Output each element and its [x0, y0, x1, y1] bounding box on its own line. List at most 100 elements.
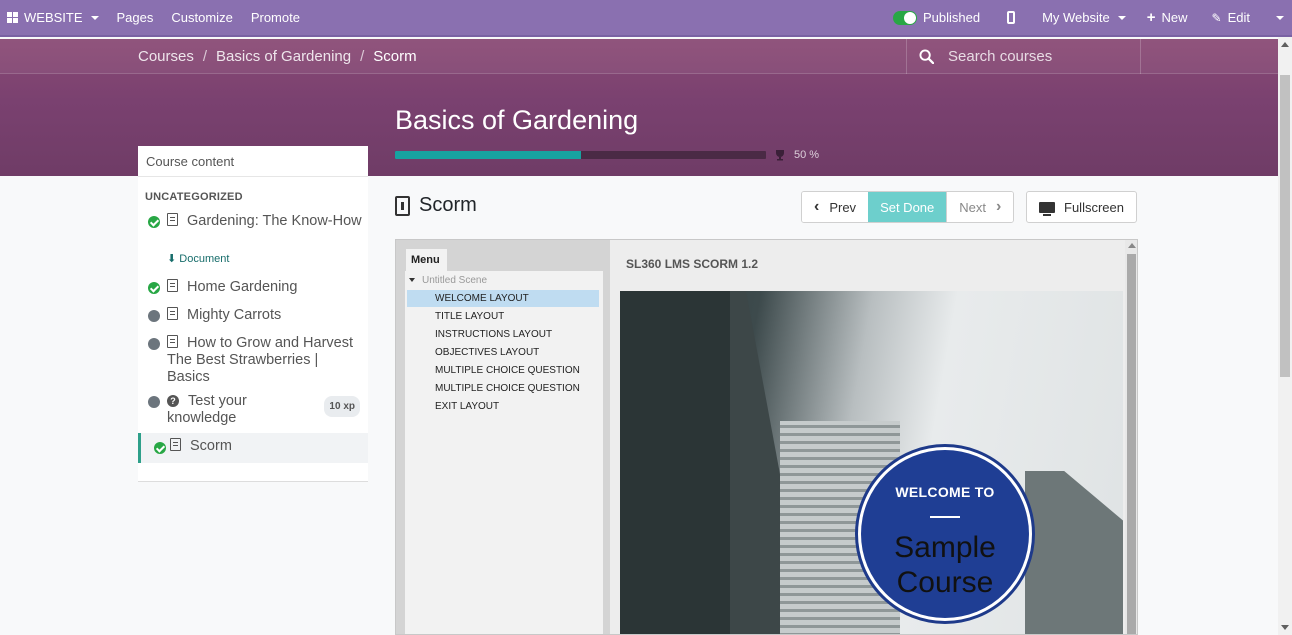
menu-item[interactable]: WELCOME LAYOUT [407, 290, 599, 307]
course-title: Basics of Gardening [395, 105, 639, 135]
badge-sample-text: Sample [894, 531, 996, 564]
sidebar-item-test-knowledge[interactable]: ? Test your knowledge 10 xp [138, 393, 368, 429]
check-circle-icon [148, 216, 160, 228]
website-menu-label: WEBSITE [24, 10, 83, 25]
slide-label: Scorm [190, 438, 232, 454]
website-menu-button[interactable]: WEBSITE [0, 0, 108, 36]
sidebar-item-home-gardening[interactable]: Home Gardening [138, 279, 368, 299]
progress-percent: 50 % [794, 149, 820, 161]
menu-item[interactable]: EXIT LAYOUT [407, 398, 599, 415]
sidebar-item-scorm[interactable]: Scorm [138, 433, 368, 463]
building-shape [620, 291, 730, 634]
scorm-menu-list: Untitled Scene WELCOME LAYOUT TITLE LAYO… [405, 271, 603, 634]
menu-item[interactable]: OBJECTIVES LAYOUT [407, 344, 599, 361]
desktop-icon [1039, 201, 1056, 216]
status-circle-icon [148, 338, 160, 350]
scene-item[interactable]: Untitled Scene [409, 275, 487, 286]
scorm-player[interactable]: Menu Untitled Scene WELCOME LAYOUT TITLE… [395, 239, 1138, 635]
published-label: Published [922, 10, 981, 25]
mobile-icon [1007, 11, 1016, 24]
edit-label: Edit [1227, 10, 1250, 25]
welcome-badge: WELCOME TO Sample Course [861, 450, 1029, 618]
check-circle-icon [148, 282, 160, 294]
edit-button[interactable]: ✎ Edit [1200, 0, 1262, 36]
badge-welcome-text: WELCOME TO [895, 484, 995, 500]
chevron-right-icon: › [996, 198, 1002, 215]
breadcrumb-courses[interactable]: Courses [138, 48, 194, 65]
course-progress: 50 % [395, 149, 819, 161]
scroll-up-icon [1128, 243, 1136, 248]
menu-item[interactable]: TITLE LAYOUT [407, 308, 599, 325]
search-box [906, 39, 1141, 74]
slide-label: How to Grow and Harvest The Best Strawbe… [167, 335, 354, 385]
pencil-icon: ✎ [1211, 10, 1222, 25]
download-icon: ⬇ [167, 253, 177, 265]
menu-item[interactable]: MULTIPLE CHOICE QUESTION [407, 362, 599, 379]
scroll-down-icon[interactable] [1281, 625, 1289, 630]
pages-menu[interactable]: Pages [108, 0, 163, 36]
website-switcher[interactable]: My Website [1033, 0, 1135, 36]
xp-badge: 10 xp [324, 396, 360, 417]
file-archive-icon [395, 195, 410, 216]
new-label: New [1161, 10, 1188, 25]
website-admin-bar: WEBSITE Pages Customize Promote Publishe… [0, 0, 1292, 37]
menu-item[interactable]: INSTRUCTIONS LAYOUT [407, 326, 599, 343]
course-subnav: Courses / Basics of Gardening / Scorm [0, 39, 1278, 74]
new-button[interactable]: + New [1135, 0, 1200, 36]
document-link-label: Document [179, 253, 230, 265]
edit-dropdown-toggle[interactable] [1262, 0, 1292, 36]
check-circle-icon [154, 442, 166, 454]
city-buildings-image: WELCOME TO Sample Course [620, 291, 1123, 634]
course-sidebar: UNCATEGORIZED Gardening: The Know-How ⬇ … [138, 177, 368, 482]
building-shape [1025, 471, 1123, 634]
file-image-icon [167, 307, 178, 320]
page-scrollbar[interactable] [1278, 37, 1292, 635]
slide-label: Mighty Carrots [187, 307, 282, 323]
file-pdf-icon [167, 213, 178, 226]
toggle-switch-icon [892, 10, 917, 25]
slide-title-text: Scorm [419, 194, 477, 216]
progress-fill [395, 151, 581, 159]
scrollbar-thumb[interactable] [1127, 254, 1136, 634]
breadcrumb: Courses / Basics of Gardening / Scorm [138, 39, 417, 74]
file-image-icon [167, 279, 178, 292]
plus-icon: + [1146, 9, 1156, 26]
question-circle-icon: ? [167, 395, 179, 407]
slide-label: Home Gardening [187, 279, 298, 295]
chevron-down-icon [90, 15, 99, 20]
next-button[interactable]: Next › [946, 192, 1014, 222]
slide-label: Gardening: The Know-How [187, 213, 362, 229]
promote-menu[interactable]: Promote [242, 0, 309, 36]
scrollbar-thumb[interactable] [1280, 75, 1290, 377]
prev-label: Prev [829, 199, 857, 215]
scorm-menu-tab[interactable]: Menu [406, 249, 447, 271]
next-label: Next [959, 199, 986, 215]
file-pdf-icon [167, 335, 178, 348]
mobile-preview-button[interactable] [989, 0, 1033, 36]
menu-item[interactable]: MULTIPLE CHOICE QUESTION [407, 380, 599, 397]
prev-button[interactable]: ‹ Prev [802, 192, 869, 222]
set-done-button[interactable]: Set Done [868, 192, 947, 222]
badge-course-text: Course [896, 566, 994, 599]
progress-bar [395, 151, 766, 159]
scroll-up-icon[interactable] [1281, 42, 1289, 47]
document-download-link[interactable]: ⬇ Document [167, 251, 229, 268]
breadcrumb-separator: / [360, 48, 365, 65]
scorm-menu-panel: Menu Untitled Scene WELCOME LAYOUT TITLE… [396, 240, 610, 634]
course-content-header: Course content [138, 146, 368, 177]
search-icon[interactable] [919, 49, 934, 64]
sidebar-item-strawberries[interactable]: How to Grow and Harvest The Best Strawbe… [138, 335, 368, 387]
breadcrumb-course[interactable]: Basics of Gardening [216, 48, 351, 65]
breadcrumb-separator: / [202, 48, 208, 65]
sidebar-item-gardening-know-how[interactable]: Gardening: The Know-How ⬇ Document [138, 213, 368, 265]
slide-navigation: ‹ Prev Set Done Next › [801, 191, 1015, 223]
scorm-content-panel: SL360 LMS SCORM 1.2 WELCOME TO Sample Co… [610, 240, 1125, 634]
published-toggle[interactable]: Published [884, 0, 989, 36]
customize-menu[interactable]: Customize [162, 0, 241, 36]
chevron-left-icon: ‹ [814, 198, 820, 215]
fullscreen-button[interactable]: Fullscreen [1026, 191, 1137, 223]
file-archive-icon [170, 438, 181, 451]
search-input[interactable] [948, 48, 1128, 65]
player-scrollbar[interactable] [1125, 240, 1137, 634]
sidebar-item-mighty-carrots[interactable]: Mighty Carrots [138, 307, 368, 327]
